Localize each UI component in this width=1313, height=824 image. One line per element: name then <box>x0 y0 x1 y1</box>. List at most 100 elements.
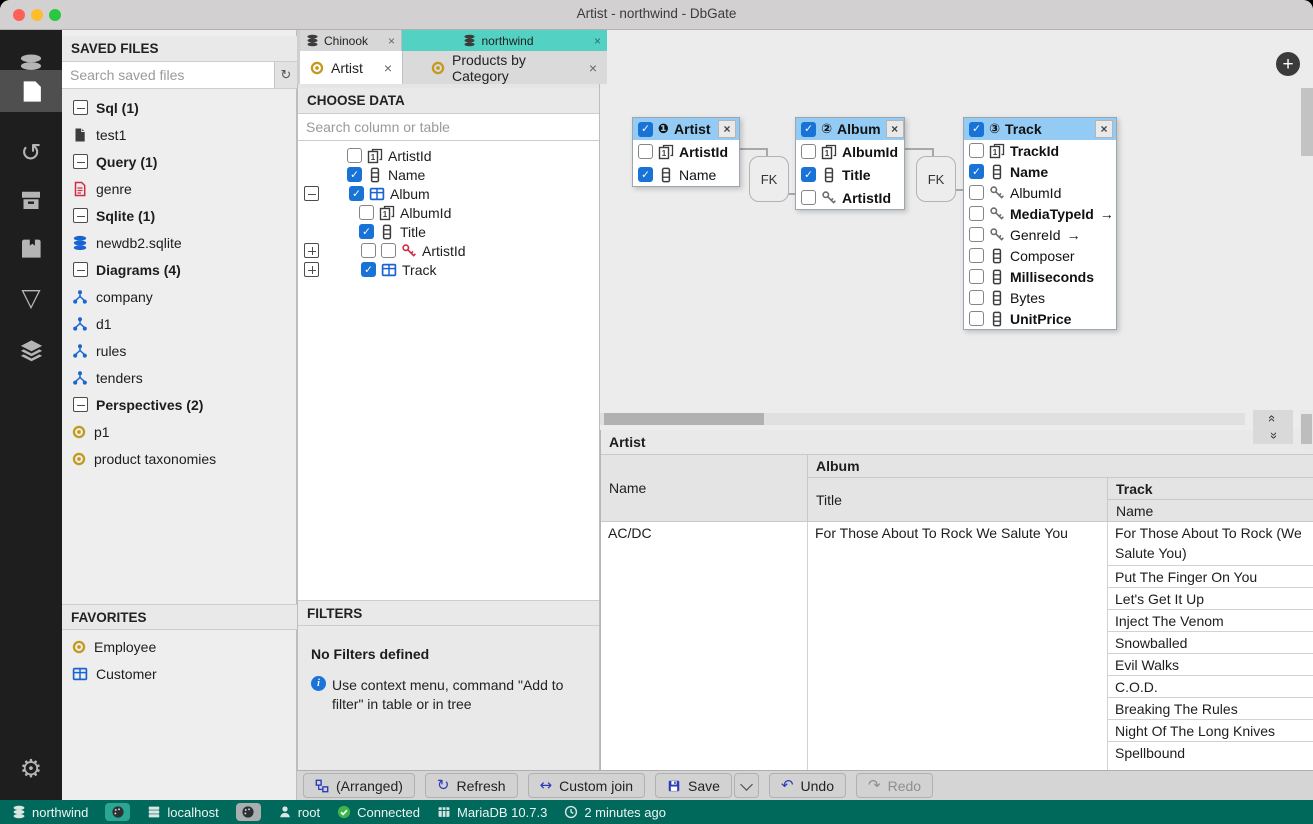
grid-cell-track-name[interactable]: Night Of The Long Knives <box>1108 720 1313 742</box>
database-color-badge[interactable] <box>105 803 130 821</box>
designer-column-row[interactable]: Bytes <box>964 287 1116 308</box>
rail-book-icon[interactable] <box>0 227 62 269</box>
grid-cell-track-name[interactable]: C.O.D. <box>1108 676 1313 698</box>
file-tab-products-by-category[interactable]: Products by Category × <box>402 51 607 84</box>
collapse-icon[interactable] <box>73 100 88 115</box>
designer-table-album[interactable]: ② Album × AlbumId Title ArtistId <box>795 117 905 210</box>
grid-cell-track-name[interactable]: Inject The Venom <box>1108 610 1313 632</box>
grid-cell-track-name[interactable]: Put The Finger On You <box>1108 566 1313 588</box>
column-checkbox[interactable] <box>969 311 984 326</box>
grid-cell-track-name[interactable]: Breaking The Rules <box>1108 698 1313 720</box>
close-icon[interactable]: × <box>886 120 904 138</box>
undo-button[interactable]: ↶Undo <box>769 773 846 798</box>
close-icon[interactable]: × <box>384 60 392 76</box>
list-item[interactable]: product taxonomies <box>62 445 297 472</box>
table-checkbox[interactable] <box>969 122 984 137</box>
column-checkbox[interactable] <box>361 243 376 258</box>
designer-table-track[interactable]: ③ Track × TrackId Name AlbumId MediaType… <box>963 117 1117 330</box>
designer-table-header[interactable]: ③ Track × <box>964 118 1116 140</box>
designer-table-header[interactable]: ❶ Artist × <box>633 118 739 140</box>
list-item[interactable]: tenders <box>62 364 297 391</box>
table-checkbox[interactable] <box>801 122 816 137</box>
rail-settings-gear-icon[interactable]: ⚙ <box>0 747 62 789</box>
tree-table-row[interactable]: Album <box>298 184 599 203</box>
tree-column-row[interactable]: Title <box>298 222 599 241</box>
arranged-button[interactable]: (Arranged) <box>303 773 415 798</box>
list-item[interactable]: test1 <box>62 121 297 148</box>
saved-files-group[interactable]: Diagrams (4) <box>62 256 297 283</box>
designer-table-header[interactable]: ② Album × <box>796 118 904 140</box>
list-item[interactable]: d1 <box>62 310 297 337</box>
grid-cell-track-name[interactable]: Let's Get It Up <box>1108 588 1313 610</box>
connection-tab-chinook[interactable]: Chinook × <box>300 30 402 51</box>
grid-vertical-scrollbar[interactable] <box>1300 410 1313 450</box>
choose-data-search-input[interactable] <box>298 114 599 140</box>
list-item[interactable]: newdb2.sqlite <box>62 229 297 256</box>
column-checkbox[interactable] <box>969 248 984 263</box>
saved-files-group[interactable]: Query (1) <box>62 148 297 175</box>
designer-table-artist[interactable]: ❶ Artist × ArtistId Name <box>632 117 740 187</box>
column-checkbox[interactable] <box>801 167 816 182</box>
status-database[interactable]: northwind <box>12 805 88 820</box>
column-checkbox[interactable] <box>969 185 984 200</box>
grid-cell-track-name[interactable]: Snowballed <box>1108 632 1313 654</box>
rail-funnel-icon[interactable]: ▽ <box>0 276 62 318</box>
table-checkbox[interactable] <box>361 262 376 277</box>
table-checkbox[interactable] <box>638 122 653 137</box>
grid-header-track-name[interactable]: Name <box>1108 500 1313 522</box>
fk-join-badge[interactable]: FK <box>916 156 956 202</box>
save-button[interactable]: Save <box>655 773 732 798</box>
grid-cell-track-name[interactable]: Evil Walks <box>1108 654 1313 676</box>
saved-files-group[interactable]: Sqlite (1) <box>62 202 297 229</box>
column-checkbox[interactable] <box>638 167 653 182</box>
table-checkbox[interactable] <box>349 186 364 201</box>
column-checkbox[interactable] <box>801 144 816 159</box>
canvas-horizontal-scrollbar[interactable] <box>600 413 1245 425</box>
tree-column-row[interactable]: AlbumId <box>298 203 599 222</box>
grid-header-track-group[interactable]: Track <box>1108 478 1313 500</box>
collapse-up-button[interactable]: « <box>1253 410 1293 427</box>
designer-column-row[interactable]: MediaTypeId→ <box>964 203 1116 224</box>
column-checkbox[interactable] <box>969 164 984 179</box>
list-item[interactable]: company <box>62 283 297 310</box>
collapse-icon[interactable] <box>73 154 88 169</box>
designer-column-row[interactable]: Milliseconds <box>964 266 1116 287</box>
collapse-icon[interactable] <box>73 208 88 223</box>
server-color-badge[interactable] <box>236 803 261 821</box>
grid-header-album-group[interactable]: Album <box>808 455 1313 478</box>
refresh-button[interactable]: ↻Refresh <box>425 773 518 798</box>
save-dropdown-button[interactable] <box>734 773 759 798</box>
designer-column-row[interactable]: Composer <box>964 245 1116 266</box>
tree-column-row[interactable]: Name <box>298 165 599 184</box>
status-server[interactable]: localhost <box>147 805 218 820</box>
rail-layers-icon[interactable] <box>0 329 62 371</box>
column-checkbox[interactable] <box>359 205 374 220</box>
collapse-icon[interactable] <box>73 262 88 277</box>
expand-icon[interactable] <box>304 243 319 258</box>
saved-files-search-input[interactable] <box>62 62 274 88</box>
scrollbar-thumb[interactable] <box>604 413 764 425</box>
designer-column-row[interactable]: ArtistId <box>796 186 904 209</box>
tree-table-row[interactable]: Track <box>298 260 599 279</box>
list-item[interactable]: p1 <box>62 418 297 445</box>
designer-column-row[interactable]: Title <box>796 163 904 186</box>
grid-header-album-title[interactable]: Title <box>808 478 1108 522</box>
expand-icon[interactable] <box>304 262 319 277</box>
custom-join-button[interactable]: ↔Custom join <box>528 773 646 798</box>
column-checkbox[interactable] <box>347 148 362 163</box>
designer-column-row[interactable]: GenreId→ <box>964 224 1116 245</box>
file-tab-artist[interactable]: Artist × <box>300 51 402 84</box>
grid-cell-track-name[interactable]: Spellbound <box>1108 742 1313 764</box>
add-table-button[interactable]: + <box>1276 52 1300 76</box>
designer-column-row[interactable]: AlbumId <box>964 182 1116 203</box>
tree-column-row[interactable]: ArtistId <box>298 146 599 165</box>
designer-column-row[interactable]: ArtistId <box>633 140 739 163</box>
fk-join-badge[interactable]: FK <box>749 156 789 202</box>
rail-history-icon[interactable]: ↺ <box>0 131 62 173</box>
designer-column-row[interactable]: Name <box>964 161 1116 182</box>
rail-archive-icon[interactable] <box>0 179 62 221</box>
canvas-vertical-scrollbar[interactable] <box>1301 88 1313 156</box>
rail-files-icon[interactable] <box>0 70 62 112</box>
column-checkbox[interactable] <box>359 224 374 239</box>
grid-cell-album-title[interactable]: For Those About To Rock We Salute You <box>808 522 1108 770</box>
